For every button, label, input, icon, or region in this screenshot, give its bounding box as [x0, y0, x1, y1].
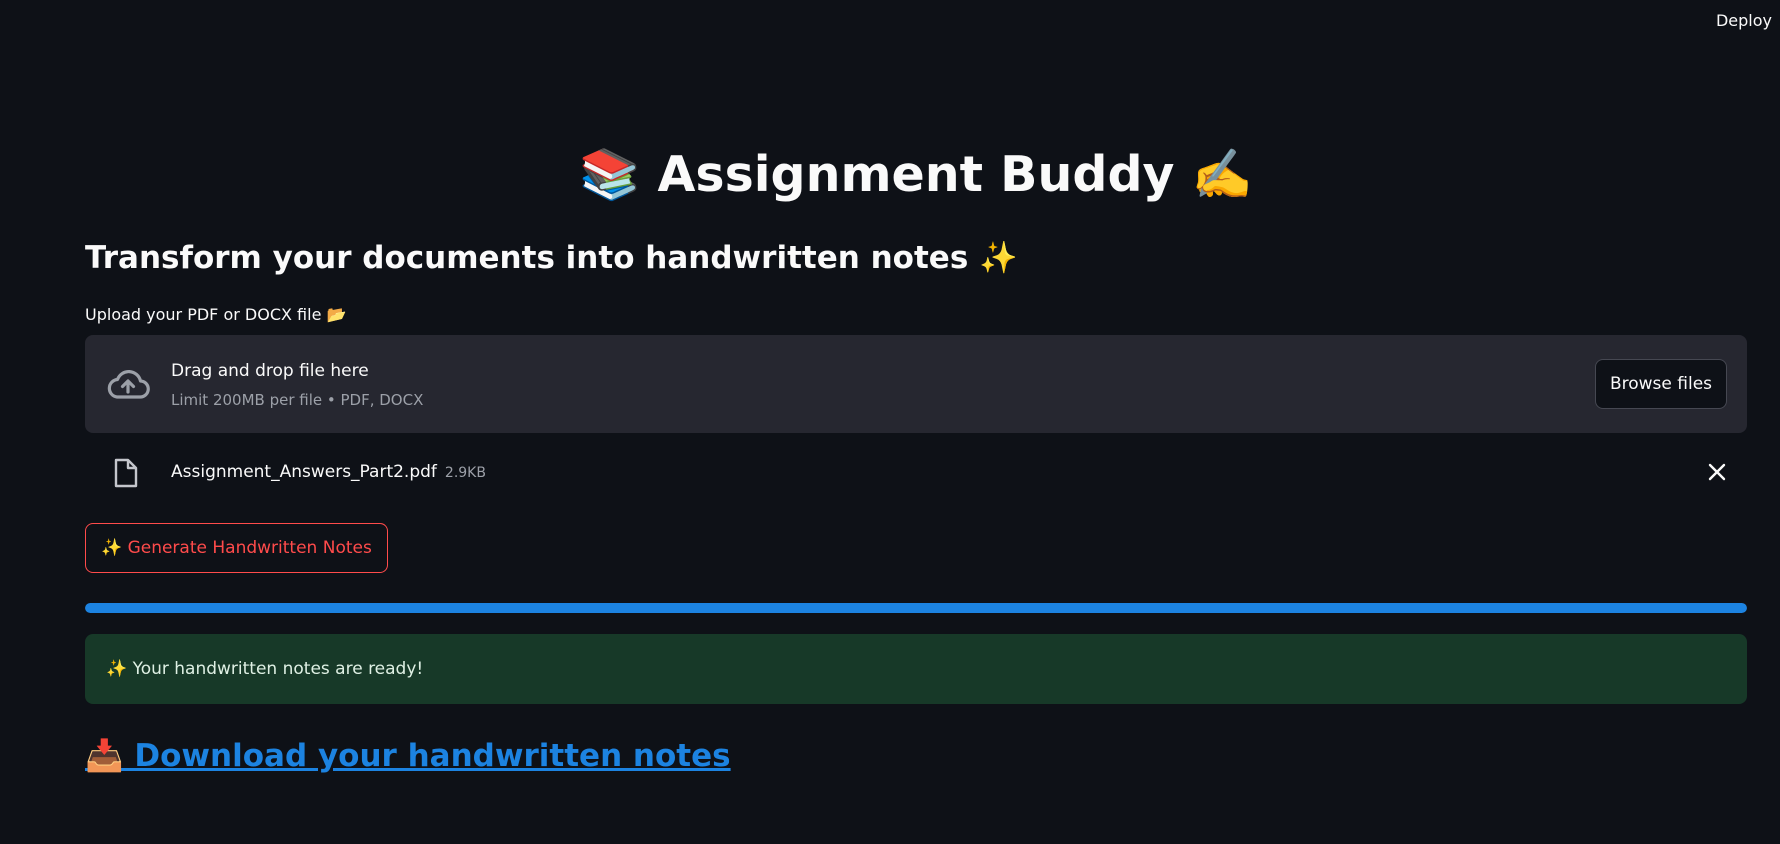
success-alert: ✨ Your handwritten notes are ready!	[85, 634, 1747, 704]
page-subtitle: Transform your documents into handwritte…	[85, 240, 1018, 276]
progress-bar	[85, 603, 1747, 613]
uploaded-file-row: Assignment_Answers_Part2.pdf 2.9KB	[85, 452, 1747, 492]
page-title: 📚 Assignment Buddy ✍️	[579, 146, 1253, 203]
close-icon[interactable]	[1705, 460, 1729, 484]
progress-fill	[85, 603, 1747, 613]
browse-files-button[interactable]: Browse files	[1595, 359, 1727, 409]
file-name-container: Assignment_Answers_Part2.pdf 2.9KB	[171, 460, 486, 485]
file-dropzone[interactable]: Drag and drop file here Limit 200MB per …	[85, 335, 1747, 433]
file-name: Assignment_Answers_Part2.pdf	[171, 462, 437, 482]
success-message: ✨ Your handwritten notes are ready!	[106, 659, 424, 679]
upload-label: Upload your PDF or DOCX file 📂	[85, 305, 347, 324]
deploy-button[interactable]: Deploy	[1716, 11, 1772, 30]
generate-notes-button[interactable]: ✨ Generate Handwritten Notes	[85, 523, 388, 573]
dropzone-limit: Limit 200MB per file • PDF, DOCX	[171, 391, 424, 409]
file-icon	[114, 458, 138, 488]
file-size: 2.9KB	[444, 465, 486, 481]
top-bar: Deploy	[0, 0, 1780, 44]
dropzone-instructions: Drag and drop file here	[171, 361, 369, 381]
download-link[interactable]: 📥 Download your handwritten notes	[85, 734, 731, 778]
cloud-upload-icon	[107, 370, 150, 399]
